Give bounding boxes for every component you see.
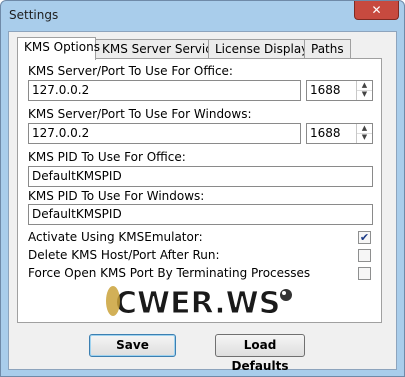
windows-pid-input[interactable]: DefaultKMSPID — [28, 204, 373, 225]
spin-down-icon[interactable]: ▼ — [357, 90, 372, 99]
tab-label: KMS Server Service — [102, 42, 220, 56]
close-icon: ✕ — [371, 3, 382, 17]
office-port-spinner[interactable]: 1688 ▲ ▼ — [306, 80, 373, 101]
cwer-watermark-logo: CWER.WS — [106, 286, 292, 321]
tab-license-display[interactable]: License Display — [208, 39, 309, 59]
tab-label: Paths — [311, 42, 344, 56]
squirrel-shape — [106, 286, 120, 316]
kms-options-panel: KMS Server/Port To Use For Office: 127.0… — [17, 58, 382, 323]
windows-port-spinner[interactable]: 1688 ▲ ▼ — [306, 123, 373, 144]
windows-pid-label: KMS PID To Use For Windows: — [28, 189, 205, 203]
delete-host-port-label: Delete KMS Host/Port After Run: — [28, 248, 220, 262]
load-defaults-button[interactable]: Load Defaults — [215, 334, 305, 373]
tab-paths[interactable]: Paths — [304, 39, 351, 59]
windows-server-input[interactable]: 127.0.0.2 — [28, 123, 301, 144]
window-title: Settings — [9, 8, 59, 22]
close-button[interactable]: ✕ — [354, 1, 399, 20]
tab-kms-options[interactable]: KMS Options — [17, 37, 100, 60]
office-pid-input[interactable]: DefaultKMSPID — [28, 166, 373, 187]
activate-kmsemulator-checkbox[interactable]: ✔ — [358, 231, 371, 244]
spin-down-icon[interactable]: ▼ — [357, 133, 372, 142]
mascot-eye — [282, 291, 286, 295]
windows-port-arrows: ▲ ▼ — [356, 124, 372, 143]
office-server-label: KMS Server/Port To Use For Office: — [28, 64, 233, 78]
tab-label: License Display — [215, 42, 309, 56]
check-icon: ✔ — [359, 231, 370, 244]
force-open-port-label: Force Open KMS Port By Terminating Proce… — [28, 266, 311, 280]
dialog-body: KMS Options KMS Server Service License D… — [8, 31, 397, 373]
office-server-input[interactable]: 127.0.0.2 — [28, 80, 301, 101]
tab-kms-server-service[interactable]: KMS Server Service — [95, 39, 219, 59]
settings-window: Settings ✕ KMS Options KMS Server Servic… — [0, 0, 405, 377]
title-bar[interactable]: Settings ✕ — [1, 1, 404, 31]
windows-port-value: 1688 — [310, 126, 341, 140]
office-port-value: 1688 — [310, 83, 341, 97]
delete-host-port-checkbox[interactable] — [358, 249, 371, 262]
activate-kmsemulator-label: Activate Using KMSEmulator: — [28, 230, 203, 244]
tab-label: KMS Options — [24, 40, 100, 54]
watermark-text: CWER.WS — [115, 286, 280, 321]
office-pid-label: KMS PID To Use For Office: — [28, 150, 186, 164]
office-port-arrows: ▲ ▼ — [356, 81, 372, 100]
windows-server-label: KMS Server/Port To Use For Windows: — [28, 107, 252, 121]
save-button[interactable]: Save — [89, 334, 176, 357]
force-open-port-checkbox[interactable] — [358, 267, 371, 280]
mascot-head — [280, 289, 292, 301]
